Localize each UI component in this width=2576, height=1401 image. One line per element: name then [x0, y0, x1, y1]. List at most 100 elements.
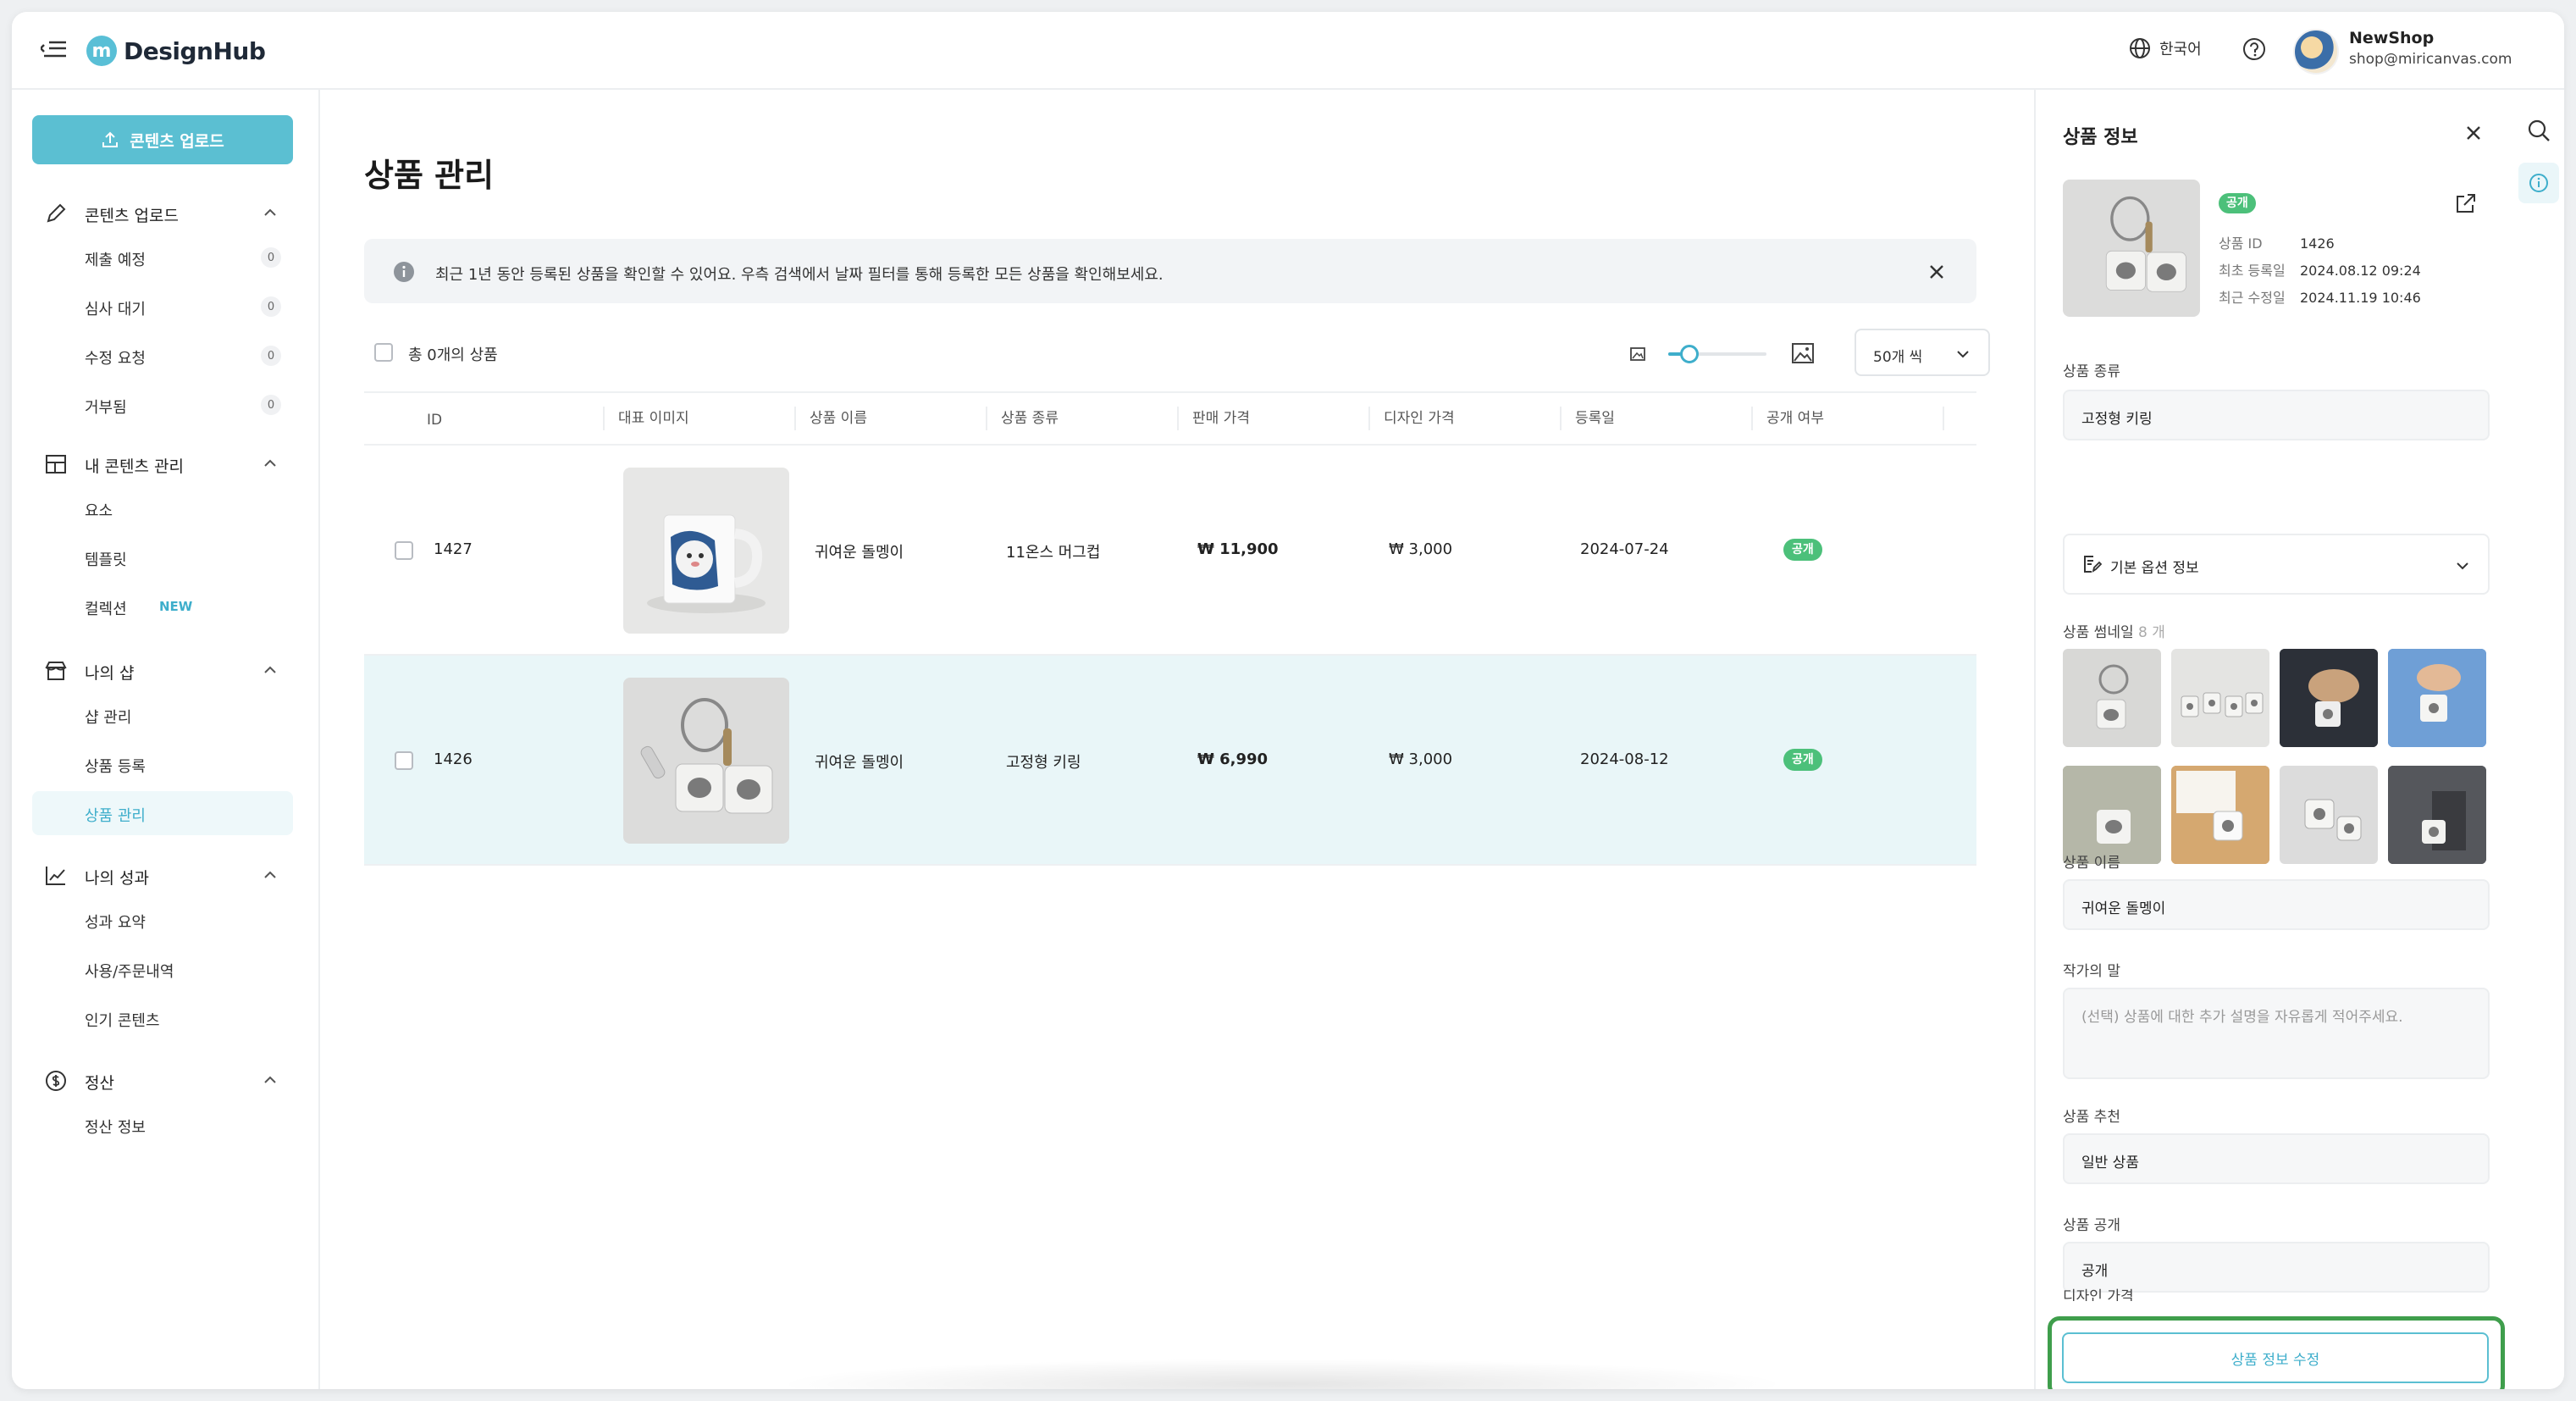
meta-modified: 최근 수정일 2024.11.19 10:46 [2219, 286, 2421, 307]
product-name: 귀여운 돌멩이 [815, 544, 904, 562]
product-name-value: 귀여운 돌멩이 [2081, 900, 2166, 917]
sidebar-item-collections[interactable]: 컬렉션 NEW [32, 584, 293, 629]
sidebar-item-label: 성과 요약 [85, 914, 146, 932]
main-content: 상품 관리 최근 1년 동안 등록된 상품을 확인할 수 있어요. 우측 검색에… [320, 90, 2034, 1389]
close-icon[interactable] [1927, 263, 1946, 281]
chevron-up-icon [264, 871, 276, 878]
sidebar-item-settlement-info[interactable]: 정산 정보 [32, 1103, 293, 1147]
row-checkbox[interactable] [395, 541, 413, 560]
info-icon [394, 262, 414, 282]
thumbnail-5[interactable] [2063, 766, 2161, 864]
chevron-up-icon [264, 459, 276, 467]
table-row[interactable]: 1427 귀여운 돌멩이 11온스 머그컵 ₩ 11,900 ₩ 3,000 2… [364, 446, 1976, 656]
sale-price: ₩ 11,900 [1197, 540, 1279, 558]
table-toolbar: 총 0개의 상품 50개 씩 [364, 329, 1990, 376]
globe-icon [2130, 38, 2150, 58]
sidebar-item-shop-management[interactable]: 샵 관리 [32, 693, 293, 737]
basic-options-accordion[interactable]: 기본 옵션 정보 [2063, 534, 2490, 595]
edit-product-info-button[interactable]: 상품 정보 수정 [2062, 1332, 2489, 1383]
registered-date: 2024-08-12 [1580, 750, 1669, 768]
count-badge: 0 [261, 346, 281, 366]
nav-group-settlement[interactable]: 정산 [32, 1060, 293, 1099]
column-header-type: 상품 종류 [986, 407, 1059, 430]
sidebar-item-label: 템플릿 [85, 551, 127, 569]
product-name-input[interactable]: 귀여운 돌멩이 [2063, 879, 2490, 930]
sidebar-item-label: 사용/주문내역 [85, 963, 174, 981]
sidebar-item-usage-orders[interactable]: 사용/주문내역 [32, 947, 293, 991]
nav-group-content-upload[interactable]: 콘텐츠 업로드 [32, 193, 293, 232]
product-image-mug [623, 468, 789, 634]
info-notice: 최근 1년 동안 등록된 상품을 확인할 수 있어요. 우측 검색에서 날짜 필… [364, 239, 1976, 303]
recommend-field[interactable]: 일반 상품 [2063, 1133, 2490, 1184]
table-header: ID 대표 이미지 상품 이름 상품 종류 판매 가격 디자인 가격 등록일 공… [364, 391, 1976, 446]
product-info-panel: 상품 정보 공개 상품 ID 1426 최초 등록일 2024.08.12 09:2… [2034, 90, 2513, 1389]
meta-key: 상품 ID [2219, 235, 2263, 252]
new-badge: NEW [159, 599, 193, 614]
nav-group-my-performance[interactable]: 나의 성과 [32, 856, 293, 894]
sidebar-item-rejected[interactable]: 거부됨 0 [32, 383, 293, 427]
total-count: 총 0개의 상품 [408, 346, 498, 364]
avatar[interactable] [2293, 29, 2339, 75]
small-image-icon [1630, 347, 1645, 361]
logo-mark: m [86, 36, 117, 66]
thumbnail-7[interactable] [2280, 766, 2378, 864]
column-header-name: 상품 이름 [794, 407, 867, 430]
sale-price: ₩ 6,990 [1197, 750, 1269, 768]
content-upload-button[interactable]: 콘텐츠 업로드 [32, 115, 293, 164]
chevron-up-icon [264, 208, 276, 216]
sidebar-item-elements[interactable]: 요소 [32, 486, 293, 530]
document-edit-icon [2084, 556, 2102, 573]
column-header-visibility: 공개 여부 [1751, 407, 1824, 430]
thumbnail-3[interactable] [2280, 649, 2378, 747]
row-checkbox[interactable] [395, 751, 413, 770]
nav-group-my-content[interactable]: 내 콘텐츠 관리 [32, 444, 293, 483]
thumbnail-size-slider[interactable] [1629, 341, 1824, 366]
nav-group-label: 콘텐츠 업로드 [85, 207, 179, 225]
sidebar-item-performance-summary[interactable]: 성과 요약 [32, 898, 293, 942]
logo[interactable]: m DesignHub [86, 32, 266, 69]
sidebar-item-templates[interactable]: 템플릿 [32, 535, 293, 579]
thumbnail-6[interactable] [2171, 766, 2269, 864]
slider-handle[interactable] [1680, 345, 1699, 363]
sidebar-item-popular-content[interactable]: 인기 콘텐츠 [32, 996, 293, 1040]
thumbnail-4[interactable] [2388, 649, 2486, 747]
panel-product-image [2063, 180, 2200, 317]
chevron-up-icon [264, 1076, 276, 1083]
sidebar-item-scheduled[interactable]: 제출 예정 0 [32, 235, 293, 280]
column-header-id[interactable]: ID [427, 412, 442, 429]
chevron-down-icon [2457, 562, 2468, 570]
sidebar: 콘텐츠 업로드 콘텐츠 업로드 제출 예정 0 심사 대기 0 수정 요청 0 … [12, 90, 320, 1389]
external-link-icon[interactable] [2454, 191, 2478, 215]
thumbnail-1[interactable] [2063, 649, 2161, 747]
product-name: 귀여운 돌멩이 [815, 754, 904, 772]
help-icon[interactable] [2242, 37, 2266, 61]
chevron-up-icon [264, 666, 276, 673]
nav-group-my-shop[interactable]: 나의 샵 [32, 651, 293, 689]
user-email: shop@miricanvas.com [2349, 51, 2512, 68]
thumbnails-count: 8 개 [2138, 624, 2165, 641]
close-icon[interactable] [2464, 124, 2483, 142]
info-tab-button[interactable] [2518, 163, 2559, 203]
language-selector[interactable]: 한국어 [2129, 37, 2202, 59]
sidebar-item-product-management[interactable]: 상품 관리 [32, 791, 293, 835]
thumbnail-2[interactable] [2171, 649, 2269, 747]
sidebar-item-label: 컬렉션 [85, 601, 127, 618]
sidebar-item-revision-requested[interactable]: 수정 요청 0 [32, 334, 293, 378]
sidebar-item-review-pending[interactable]: 심사 대기 0 [32, 285, 293, 329]
nav-group-label: 내 콘텐츠 관리 [85, 457, 184, 476]
search-icon[interactable] [2527, 119, 2551, 142]
select-all-checkbox[interactable] [374, 343, 393, 362]
meta-value: 2024.08.12 09:24 [2300, 263, 2421, 279]
recommend-label: 상품 추천 [2063, 1109, 2120, 1126]
logo-text: DesignHub [124, 36, 266, 65]
column-header-date: 등록일 [1560, 407, 1615, 430]
thumbnail-8[interactable] [2388, 766, 2486, 864]
per-page-select[interactable]: 50개 씩 [1855, 329, 1990, 376]
menu-collapse-icon[interactable] [41, 37, 69, 64]
table-row-selected[interactable]: 1426 귀여운 돌멩이 고정형 키링 ₩ 6,990 ₩ 3,000 2024… [364, 656, 1976, 866]
sidebar-item-product-register[interactable]: 상품 등록 [32, 742, 293, 786]
decorative-shadow [774, 1359, 1790, 1389]
author-note-textarea[interactable]: (선택) 상품에 대한 추가 설명을 자유롭게 적어주세요. [2063, 988, 2490, 1079]
product-id: 1426 [434, 750, 473, 768]
type-field[interactable]: 고정형 키링 [2063, 390, 2490, 440]
